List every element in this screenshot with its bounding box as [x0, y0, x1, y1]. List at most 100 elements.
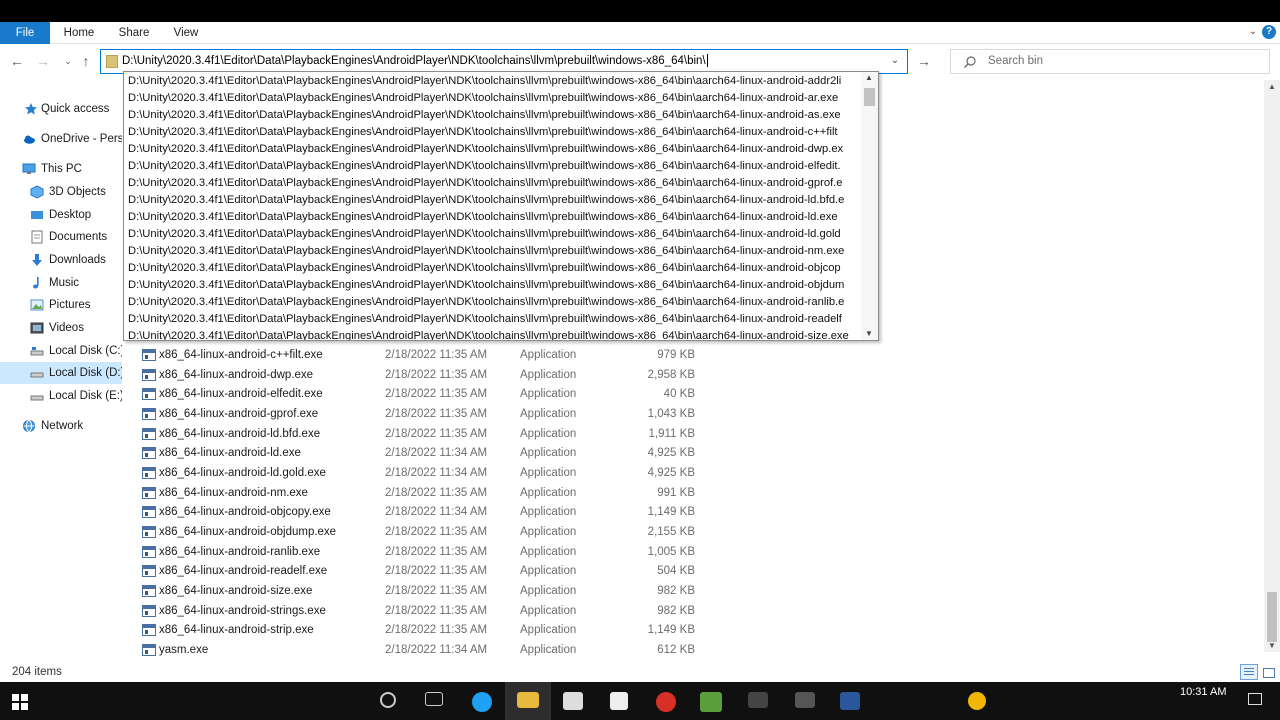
notification-icon[interactable]	[1248, 693, 1262, 705]
autocomplete-item[interactable]: D:\Unity\2020.3.4f1\Editor\Data\Playback…	[128, 141, 862, 158]
autocomplete-item[interactable]: D:\Unity\2020.3.4f1\Editor\Data\Playback…	[128, 175, 862, 192]
edge-icon[interactable]	[472, 692, 492, 712]
file-row[interactable]: x86_64-linux-android-size.exe 2/18/2022 1…	[140, 581, 740, 601]
autocomplete-item[interactable]: D:\Unity\2020.3.4f1\Editor\Data\Playback…	[128, 73, 862, 90]
autocomplete-item[interactable]: D:\Unity\2020.3.4f1\Editor\Data\Playback…	[128, 277, 862, 294]
drive-icon	[30, 372, 44, 378]
recent-locations-chevron-icon[interactable]: ⌄	[59, 52, 77, 70]
autocomplete-item[interactable]: D:\Unity\2020.3.4f1\Editor\Data\Playback…	[128, 226, 862, 243]
file-list-scrollbar[interactable]: ▲ ▼	[1264, 80, 1280, 652]
search-input[interactable]: Search bin	[988, 50, 1043, 73]
file-size: 1,149 KB	[647, 624, 695, 636]
scroll-down-arrow-icon[interactable]: ▼	[865, 329, 873, 338]
file-size: 4,925 KB	[647, 447, 695, 459]
sidebar-item-downloads[interactable]: Downloads	[0, 249, 122, 271]
app-icon[interactable]	[795, 692, 815, 708]
details-view-icon[interactable]	[1240, 664, 1258, 680]
autocomplete-item[interactable]: D:\Unity\2020.3.4f1\Editor\Data\Playback…	[128, 90, 862, 107]
scroll-up-arrow-icon[interactable]: ▲	[865, 73, 873, 82]
unity-hub-icon[interactable]	[610, 692, 628, 710]
autocomplete-scrollbar[interactable]: ▲ ▼	[861, 72, 878, 340]
scroll-down-arrow-icon[interactable]: ▼	[1268, 641, 1276, 650]
autocomplete-item[interactable]: D:\Unity\2020.3.4f1\Editor\Data\Playback…	[128, 209, 862, 226]
file-name: x86_64-linux-android-dwp.exe	[159, 369, 314, 381]
autocomplete-item[interactable]: D:\Unity\2020.3.4f1\Editor\Data\Playback…	[128, 311, 862, 328]
scrollbar-thumb[interactable]	[1267, 592, 1277, 642]
file-row[interactable]: x86_64-linux-android-ld.exe 2/18/2022 11:…	[140, 443, 740, 463]
autocomplete-item[interactable]: D:\Unity\2020.3.4f1\Editor\Data\Playback…	[128, 124, 862, 141]
file-row[interactable]: x86_64-linux-android-strings.exe 2/18/202…	[140, 601, 740, 621]
address-input[interactable]: D:\Unity\2020.3.4f1\Editor\Data\Playback…	[122, 50, 708, 73]
scroll-up-arrow-icon[interactable]: ▲	[1268, 82, 1276, 91]
tab-home[interactable]: Home	[58, 22, 100, 44]
file-row[interactable]: x86_64-linux-android-ld.bfd.exe 2/18/2022…	[140, 424, 740, 444]
file-row[interactable]: x86_64-linux-android-objdump.exe 2/18/202…	[140, 522, 740, 542]
go-arrow-icon[interactable]: →	[914, 52, 934, 70]
file-row[interactable]: x86_64-linux-android-objcopy.exe 2/18/202…	[140, 502, 740, 522]
file-size: 40 KB	[663, 388, 695, 400]
sidebar-item-3d-objects[interactable]: 3D Objects	[0, 181, 122, 203]
file-row[interactable]: yasm.exe 2/18/2022 11:34 AM Application 612…	[140, 640, 740, 660]
chrome-icon[interactable]	[656, 692, 676, 712]
text-caret	[706, 54, 708, 68]
autocomplete-item[interactable]: D:\Unity\2020.3.4f1\Editor\Data\Playback…	[128, 260, 862, 277]
sidebar-item-local-disk-c[interactable]: Local Disk (C:)	[0, 340, 122, 362]
autocomplete-item[interactable]: D:\Unity\2020.3.4f1\Editor\Data\Playback…	[128, 328, 862, 340]
sidebar-item-music[interactable]: Music	[0, 272, 122, 294]
sidebar-item-documents[interactable]: Documents	[0, 226, 122, 248]
store-icon[interactable]	[563, 692, 583, 710]
file-size: 982 KB	[657, 585, 695, 597]
sidebar-item-quick-access[interactable]: Quick access	[0, 98, 122, 120]
autocomplete-item[interactable]: D:\Unity\2020.3.4f1\Editor\Data\Playback…	[128, 192, 862, 209]
autocomplete-item[interactable]: D:\Unity\2020.3.4f1\Editor\Data\Playback…	[128, 243, 862, 260]
taskbar-clock[interactable]: 10:31 AM	[1180, 685, 1226, 699]
back-arrow-icon[interactable]: ←	[8, 52, 26, 70]
windows-start-icon[interactable]	[12, 694, 28, 710]
file-row[interactable]: x86_64-linux-android-strip.exe 2/18/2022 …	[140, 620, 740, 640]
file-row[interactable]: x86_64-linux-android-c++filt.exe 2/18/202…	[140, 345, 740, 365]
search-box[interactable]: Search bin	[950, 49, 1270, 74]
sidebar-item-local-disk-e[interactable]: Local Disk (E:)	[0, 385, 122, 407]
autocomplete-item[interactable]: D:\Unity\2020.3.4f1\Editor\Data\Playback…	[128, 158, 862, 175]
autocomplete-item[interactable]: D:\Unity\2020.3.4f1\Editor\Data\Playback…	[128, 294, 862, 311]
large-icons-view-icon[interactable]	[1260, 664, 1276, 680]
sidebar-item-label: Downloads	[49, 254, 106, 266]
task-view-icon[interactable]	[425, 692, 443, 706]
file-row[interactable]: x86_64-linux-android-elfedit.exe 2/18/202…	[140, 384, 740, 404]
file-type: Application	[520, 506, 577, 518]
sidebar-item-network[interactable]: Network	[0, 415, 122, 437]
sidebar-item-pictures[interactable]: Pictures	[0, 294, 122, 316]
app-icon[interactable]	[700, 692, 722, 712]
status-bar: 204 items	[0, 662, 1280, 682]
address-dropdown-chevron-icon[interactable]: ⌄	[887, 53, 903, 69]
sidebar-item-this-pc[interactable]: This PC	[0, 158, 122, 180]
tab-view[interactable]: View	[165, 22, 207, 44]
sidebar-item-videos[interactable]: Videos	[0, 317, 122, 339]
scrollbar-thumb[interactable]	[864, 88, 875, 106]
sidebar-item-label: Desktop	[49, 209, 92, 221]
file-row[interactable]: x86_64-linux-android-nm.exe 2/18/2022 11:…	[140, 483, 740, 503]
word-icon[interactable]	[840, 692, 860, 710]
app-icon[interactable]	[748, 692, 768, 708]
up-arrow-icon[interactable]: ↑	[77, 52, 95, 70]
tab-file[interactable]: File	[0, 22, 50, 44]
sidebar-item-onedrive[interactable]: OneDrive - Perso	[0, 128, 122, 150]
help-icon[interactable]: ?	[1262, 25, 1276, 39]
sidebar-item-desktop[interactable]: Desktop	[0, 204, 122, 226]
file-row[interactable]: x86_64-linux-android-gprof.exe 2/18/2022 …	[140, 404, 740, 424]
file-row[interactable]: x86_64-linux-android-ld.gold.exe 2/18/202…	[140, 463, 740, 483]
sidebar-item-label: Local Disk (E:)	[49, 390, 122, 402]
cortana-icon[interactable]	[380, 692, 396, 708]
file-type: Application	[520, 565, 577, 577]
forward-arrow-icon[interactable]: →	[34, 52, 52, 70]
file-row[interactable]: x86_64-linux-android-readelf.exe 2/18/202…	[140, 561, 740, 581]
autocomplete-item[interactable]: D:\Unity\2020.3.4f1\Editor\Data\Playback…	[128, 107, 862, 124]
cube-icon	[30, 185, 44, 199]
tab-share[interactable]: Share	[113, 22, 155, 44]
file-row[interactable]: x86_64-linux-android-ranlib.exe 2/18/2022…	[140, 542, 740, 562]
file-explorer-icon[interactable]	[517, 692, 539, 708]
expand-ribbon-chevron-icon[interactable]: ⌄	[1246, 25, 1260, 39]
app-icon[interactable]	[968, 692, 986, 710]
file-row[interactable]: x86_64-linux-android-dwp.exe 2/18/2022 11…	[140, 365, 740, 385]
sidebar-item-local-disk-d[interactable]: Local Disk (D:)	[0, 362, 122, 384]
